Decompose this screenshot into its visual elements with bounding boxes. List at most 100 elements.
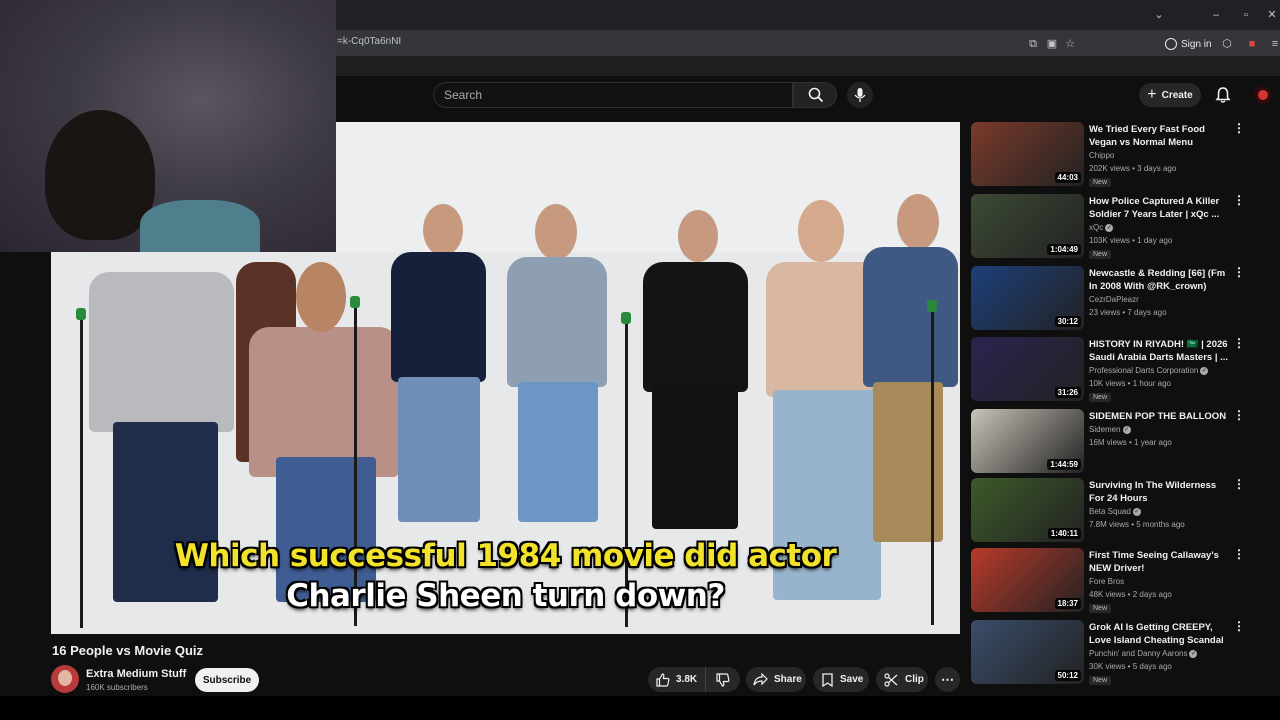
channel-name-label: CezrDaPleazr [1089, 295, 1139, 304]
recommended-video[interactable]: 18:37 First Time Seeing Callaway's NEW Dr… [971, 548, 1251, 613]
recommended-video[interactable]: 50:12 Grok AI Is Getting CREEPY, Love Isl… [971, 620, 1251, 685]
video-title[interactable]: Newcastle & Redding [66] (Fm In 2008 Wit… [1089, 267, 1231, 293]
video-duration: 44:03 [1054, 172, 1081, 183]
video-title[interactable]: How Police Captured A Killer Soldier 7 Y… [1089, 195, 1231, 221]
caption-line-1: Which successful 1984 movie did actor [174, 538, 837, 574]
channel-name-label: Chippo [1089, 151, 1115, 160]
video-caption: Which successful 1984 movie did actor Ch… [51, 536, 960, 616]
channel-avatar[interactable] [51, 665, 79, 693]
create-button[interactable]: + Create [1139, 83, 1201, 107]
recommended-video[interactable]: 1:44:59 SIDEMEN POP THE BALLOON Sidemen ✓ 16… [971, 409, 1251, 473]
video-thumbnail[interactable]: 1:40:11 [971, 478, 1084, 542]
extension-badge-icon[interactable]: ■ [1245, 37, 1259, 51]
more-vertical-icon[interactable]: ⋮ [1233, 122, 1245, 136]
video-duration: 1:04:49 [1047, 244, 1081, 255]
bottom-bar [0, 696, 1280, 720]
video-person [863, 247, 958, 387]
search-input[interactable] [444, 83, 784, 107]
video-thumbnail[interactable]: 1:44:59 [971, 409, 1084, 473]
video-thumbnail[interactable]: 44:03 [971, 122, 1084, 186]
video-title[interactable]: SIDEMEN POP THE BALLOON [1089, 410, 1231, 423]
channel-name-label: Punchin' and Danny Aarons [1089, 649, 1188, 658]
channel-name[interactable]: CezrDaPleazr [1089, 295, 1139, 304]
more-vertical-icon[interactable]: ⋮ [1233, 194, 1245, 208]
channel-name-label: Fore Bros [1089, 577, 1125, 586]
video-meta: 23 views • 7 days ago [1089, 308, 1167, 317]
recommended-video[interactable]: 1:40:11 Surviving In The Wilderness For 2… [971, 478, 1251, 542]
chevron-down-icon[interactable]: ⌄ [1151, 8, 1167, 22]
webcam-overlay [0, 0, 336, 252]
subscriber-count: 160K subscribers [86, 683, 148, 692]
video-thumbnail[interactable]: 50:12 [971, 620, 1084, 684]
video-title[interactable]: Grok AI Is Getting CREEPY, Love Island C… [1089, 621, 1231, 647]
more-vertical-icon[interactable]: ⋮ [1233, 409, 1245, 423]
webcam-person [140, 200, 260, 252]
share-label: Share [774, 674, 802, 685]
search-button[interactable] [793, 82, 837, 108]
clip-button[interactable]: Clip [876, 667, 928, 692]
channel-name[interactable]: Extra Medium Stuff [86, 668, 186, 680]
video-title[interactable]: HISTORY IN RIYADH! 🇸🇦 | 2026 Saudi Arabi… [1089, 338, 1231, 364]
more-vertical-icon[interactable]: ⋮ [1233, 266, 1245, 280]
video-title[interactable]: Surviving In The Wilderness For 24 Hours [1089, 479, 1231, 505]
save-button[interactable]: Save [813, 667, 869, 692]
channel-name[interactable]: Punchin' and Danny Aarons ✓ [1089, 649, 1198, 658]
menu-icon[interactable]: ≡ [1268, 37, 1280, 51]
channel-name[interactable]: Professional Darts Corporation ✓ [1089, 366, 1209, 375]
video-thumbnail[interactable]: 31:26 [971, 337, 1084, 401]
like-button[interactable]: 3.8K [648, 667, 706, 692]
new-badge: New [1089, 676, 1112, 685]
share-button[interactable]: Share [746, 667, 806, 692]
minimize-icon[interactable]: – [1208, 8, 1224, 22]
more-vertical-icon[interactable]: ⋮ [1233, 548, 1245, 562]
address-url[interactable]: =k-Cq0Ta6nNI [337, 36, 401, 47]
video-thumbnail[interactable]: 18:37 [971, 548, 1084, 612]
video-title[interactable]: First Time Seeing Callaway's NEW Driver! [1089, 549, 1231, 575]
video-person [423, 204, 463, 256]
extensions-icon[interactable]: ⬡ [1220, 37, 1234, 51]
verified-check-icon: ✓ [1189, 649, 1198, 658]
recommended-video[interactable]: 1:04:49 How Police Captured A Killer Sold… [971, 194, 1251, 259]
video-thumbnail[interactable]: 30:12 [971, 266, 1084, 330]
more-vertical-icon[interactable]: ⋮ [1233, 337, 1245, 351]
channel-name[interactable]: Sidemen ✓ [1089, 425, 1131, 434]
video-duration: 18:37 [1054, 598, 1081, 609]
video-person [249, 327, 399, 477]
channel-name[interactable]: xQc ✓ [1089, 223, 1114, 232]
video-duration: 31:26 [1054, 387, 1081, 398]
recommended-video[interactable]: 30:12 Newcastle & Redding [66] (Fm In 200… [971, 266, 1251, 330]
more-vertical-icon[interactable]: ⋮ [1233, 478, 1245, 492]
more-actions-button[interactable]: ⋯ [935, 667, 960, 692]
restore-icon[interactable]: ▫ [1238, 8, 1254, 22]
close-icon[interactable]: ✕ [1264, 8, 1280, 22]
dislike-button[interactable] [706, 667, 740, 692]
notifications-bell-icon[interactable] [1214, 86, 1232, 104]
channel-name-label: xQc [1089, 223, 1104, 232]
channel-name[interactable]: Fore Bros [1089, 577, 1124, 586]
channel-name[interactable]: Beta Squad ✓ [1089, 507, 1141, 516]
more-vertical-icon[interactable]: ⋮ [1233, 620, 1245, 634]
subscribe-button[interactable]: Subscribe [195, 668, 259, 692]
channel-name[interactable]: Chippo [1089, 151, 1114, 160]
video-title[interactable]: We Tried Every Fast Food Vegan vs Normal… [1089, 123, 1231, 149]
video-title: 16 People vs Movie Quiz [52, 643, 203, 658]
channel-name-label: Professional Darts Corporation [1089, 366, 1199, 375]
install-app-icon[interactable]: ⧉ [1026, 37, 1040, 51]
video-thumbnail[interactable]: 1:04:49 [971, 194, 1084, 258]
bookmark-star-icon[interactable]: ☆ [1063, 37, 1077, 51]
video-meta: 202K views • 3 days ago [1089, 164, 1177, 173]
like-dislike-group: 3.8K [648, 667, 740, 692]
microphone-icon [854, 88, 866, 102]
recommended-video[interactable]: 44:03 We Tried Every Fast Food Vegan vs N… [971, 122, 1251, 187]
recommended-video[interactable]: 31:26 HISTORY IN RIYADH! 🇸🇦 | 2026 Saudi … [971, 337, 1251, 402]
video-meta: 16M views • 1 year ago [1089, 438, 1172, 447]
voice-search-button[interactable] [847, 82, 873, 108]
video-meta: 10K views • 1 hour ago [1089, 379, 1171, 388]
account-avatar[interactable] [1254, 86, 1272, 104]
clip-label: Clip [905, 674, 924, 685]
plus-icon: + [1147, 86, 1157, 103]
search-box[interactable] [433, 82, 793, 108]
screenshot-icon[interactable]: ▣ [1045, 37, 1059, 51]
sign-in-button[interactable]: Sign in [1165, 35, 1212, 53]
video-duration: 1:44:59 [1047, 459, 1081, 470]
